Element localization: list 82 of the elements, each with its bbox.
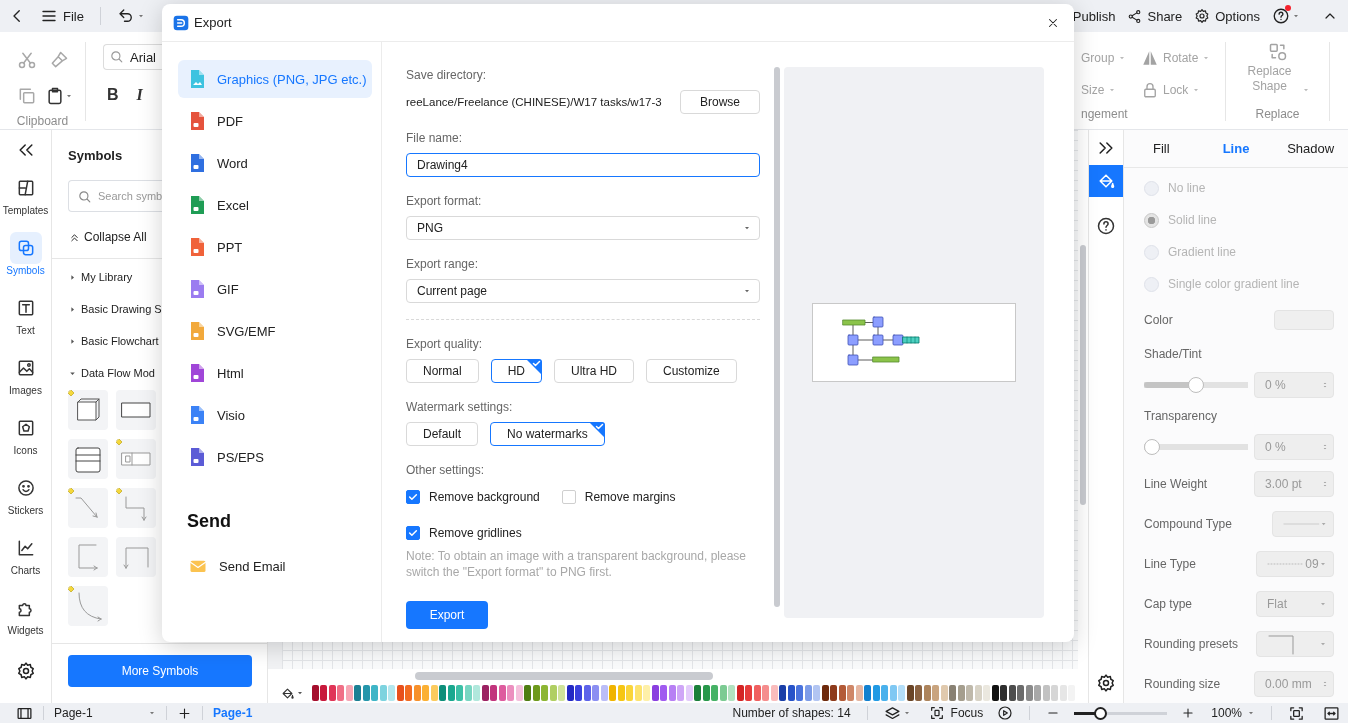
watermark-option[interactable]: Default — [406, 422, 479, 446]
section-heading: Send — [187, 510, 232, 533]
field-label: Export range: — [406, 256, 480, 272]
page-select[interactable]: Page-1 — [54, 706, 156, 720]
property-label: Shade/Tint — [1144, 346, 1203, 363]
quality-option[interactable]: Normal — [406, 359, 479, 383]
property-label: Color — [1144, 313, 1173, 327]
file-menu-button[interactable]: File — [40, 4, 84, 28]
format-item[interactable]: Visio — [178, 396, 372, 434]
checkbox-label: Remove background — [429, 490, 540, 504]
field-label: Export quality: — [406, 336, 484, 352]
radio-label: Gradient line — [1168, 245, 1237, 259]
format-item[interactable]: GIF — [178, 270, 372, 308]
rail-tab[interactable]: Images — [0, 352, 52, 412]
property-label: Cap type — [1144, 597, 1193, 611]
field-label: Export format: — [406, 193, 483, 209]
italic-button[interactable]: I — [136, 86, 143, 104]
panel-tab[interactable]: Fill — [1124, 130, 1199, 167]
format-item[interactable]: PPT — [178, 228, 372, 266]
options-button[interactable]: Options — [1194, 4, 1260, 28]
format-item[interactable]: PS/EPS — [178, 438, 372, 476]
format-item[interactable]: Graphics (PNG, JPG etc.) — [178, 60, 372, 98]
panel-tab[interactable]: Line — [1198, 130, 1274, 167]
format-select[interactable]: PNG — [406, 216, 760, 240]
group-label: Replace — [1255, 107, 1300, 121]
field-label: Other settings: — [406, 462, 486, 478]
rail-tab[interactable]: Icons — [0, 412, 52, 472]
group-label: ngement — [1081, 107, 1128, 121]
bold-button[interactable]: B — [107, 86, 119, 104]
search-field[interactable]: Search symb — [68, 180, 162, 212]
format-item[interactable]: Html — [178, 354, 372, 392]
rail-tab[interactable]: Templates — [0, 172, 52, 232]
rail-tab[interactable]: Widgets — [0, 592, 52, 652]
send-item[interactable]: Send Email — [178, 547, 372, 585]
panel-title: Symbols — [68, 147, 123, 165]
checkbox-label: Remove margins — [584, 490, 676, 504]
format-item[interactable]: Word — [178, 144, 372, 182]
field-label: Save directory: — [406, 67, 488, 83]
shape-count: Number of shapes: 14 — [732, 706, 851, 720]
library-item[interactable]: Data Flow Mod — [68, 357, 155, 389]
more-symbols-button[interactable]: More Symbols — [68, 655, 252, 687]
library-item[interactable]: Basic Flowchart — [68, 325, 159, 357]
collapse-all-button[interactable]: Collapse All — [68, 226, 147, 248]
panel-tab[interactable]: Shadow — [1273, 130, 1348, 167]
quality-option[interactable]: HD — [490, 359, 542, 383]
property-label: Line Weight — [1144, 477, 1208, 491]
quality-option[interactable]: Ultra HD — [554, 359, 635, 383]
property-label: Rounding presets — [1144, 637, 1239, 651]
radio-label: No line — [1168, 181, 1206, 195]
format-item[interactable]: SVG/EMF — [178, 312, 372, 350]
radio-label: Solid line — [1168, 213, 1217, 227]
property-label: Transparency — [1144, 408, 1218, 425]
directory-path: reeLance/Freelance (CHINESE)/W17 tasks/w17-3 — [406, 96, 662, 108]
range-select[interactable]: Current page — [406, 279, 760, 303]
format-item[interactable]: PDF — [178, 102, 372, 140]
library-item[interactable]: My Library — [68, 261, 133, 293]
export-button[interactable]: Export — [406, 601, 488, 629]
rail-tab[interactable]: Symbols — [0, 232, 52, 292]
dialog-title: Export — [194, 15, 232, 30]
font-field[interactable]: Arial — [103, 44, 162, 70]
library-item[interactable]: Basic Drawing S — [68, 293, 162, 325]
group-label: Clipboard — [16, 114, 69, 128]
rail-tab[interactable]: Stickers — [0, 472, 52, 532]
page-tab[interactable]: Page-1 — [213, 706, 253, 720]
note-text: Note: To obtain an image with a transparent background, please switch the "Export format" to PNG first. — [406, 548, 747, 580]
focus-button[interactable]: Focus — [928, 705, 984, 721]
watermark-option[interactable]: No watermarks — [490, 422, 605, 446]
radio-label: Single color gradient line — [1168, 277, 1300, 291]
quality-option[interactable]: Customize — [646, 359, 737, 383]
property-label: Compound Type — [1144, 517, 1232, 531]
property-label: Line Type — [1144, 557, 1196, 571]
zoom-select[interactable]: 100% — [1211, 706, 1255, 720]
checkbox-label: Remove gridlines — [429, 526, 522, 540]
field-label: Watermark settings: — [406, 399, 514, 415]
browse-button[interactable]: Browse — [680, 90, 760, 114]
file-name-field[interactable]: Drawing4 — [406, 153, 760, 177]
format-item[interactable]: Excel — [178, 186, 372, 224]
field-label: File name: — [406, 130, 464, 146]
rail-tab[interactable]: Text — [0, 292, 52, 352]
rail-tab[interactable]: Charts — [0, 532, 52, 592]
share-button[interactable]: Share — [1127, 4, 1183, 28]
property-label: Rounding size — [1144, 677, 1221, 691]
